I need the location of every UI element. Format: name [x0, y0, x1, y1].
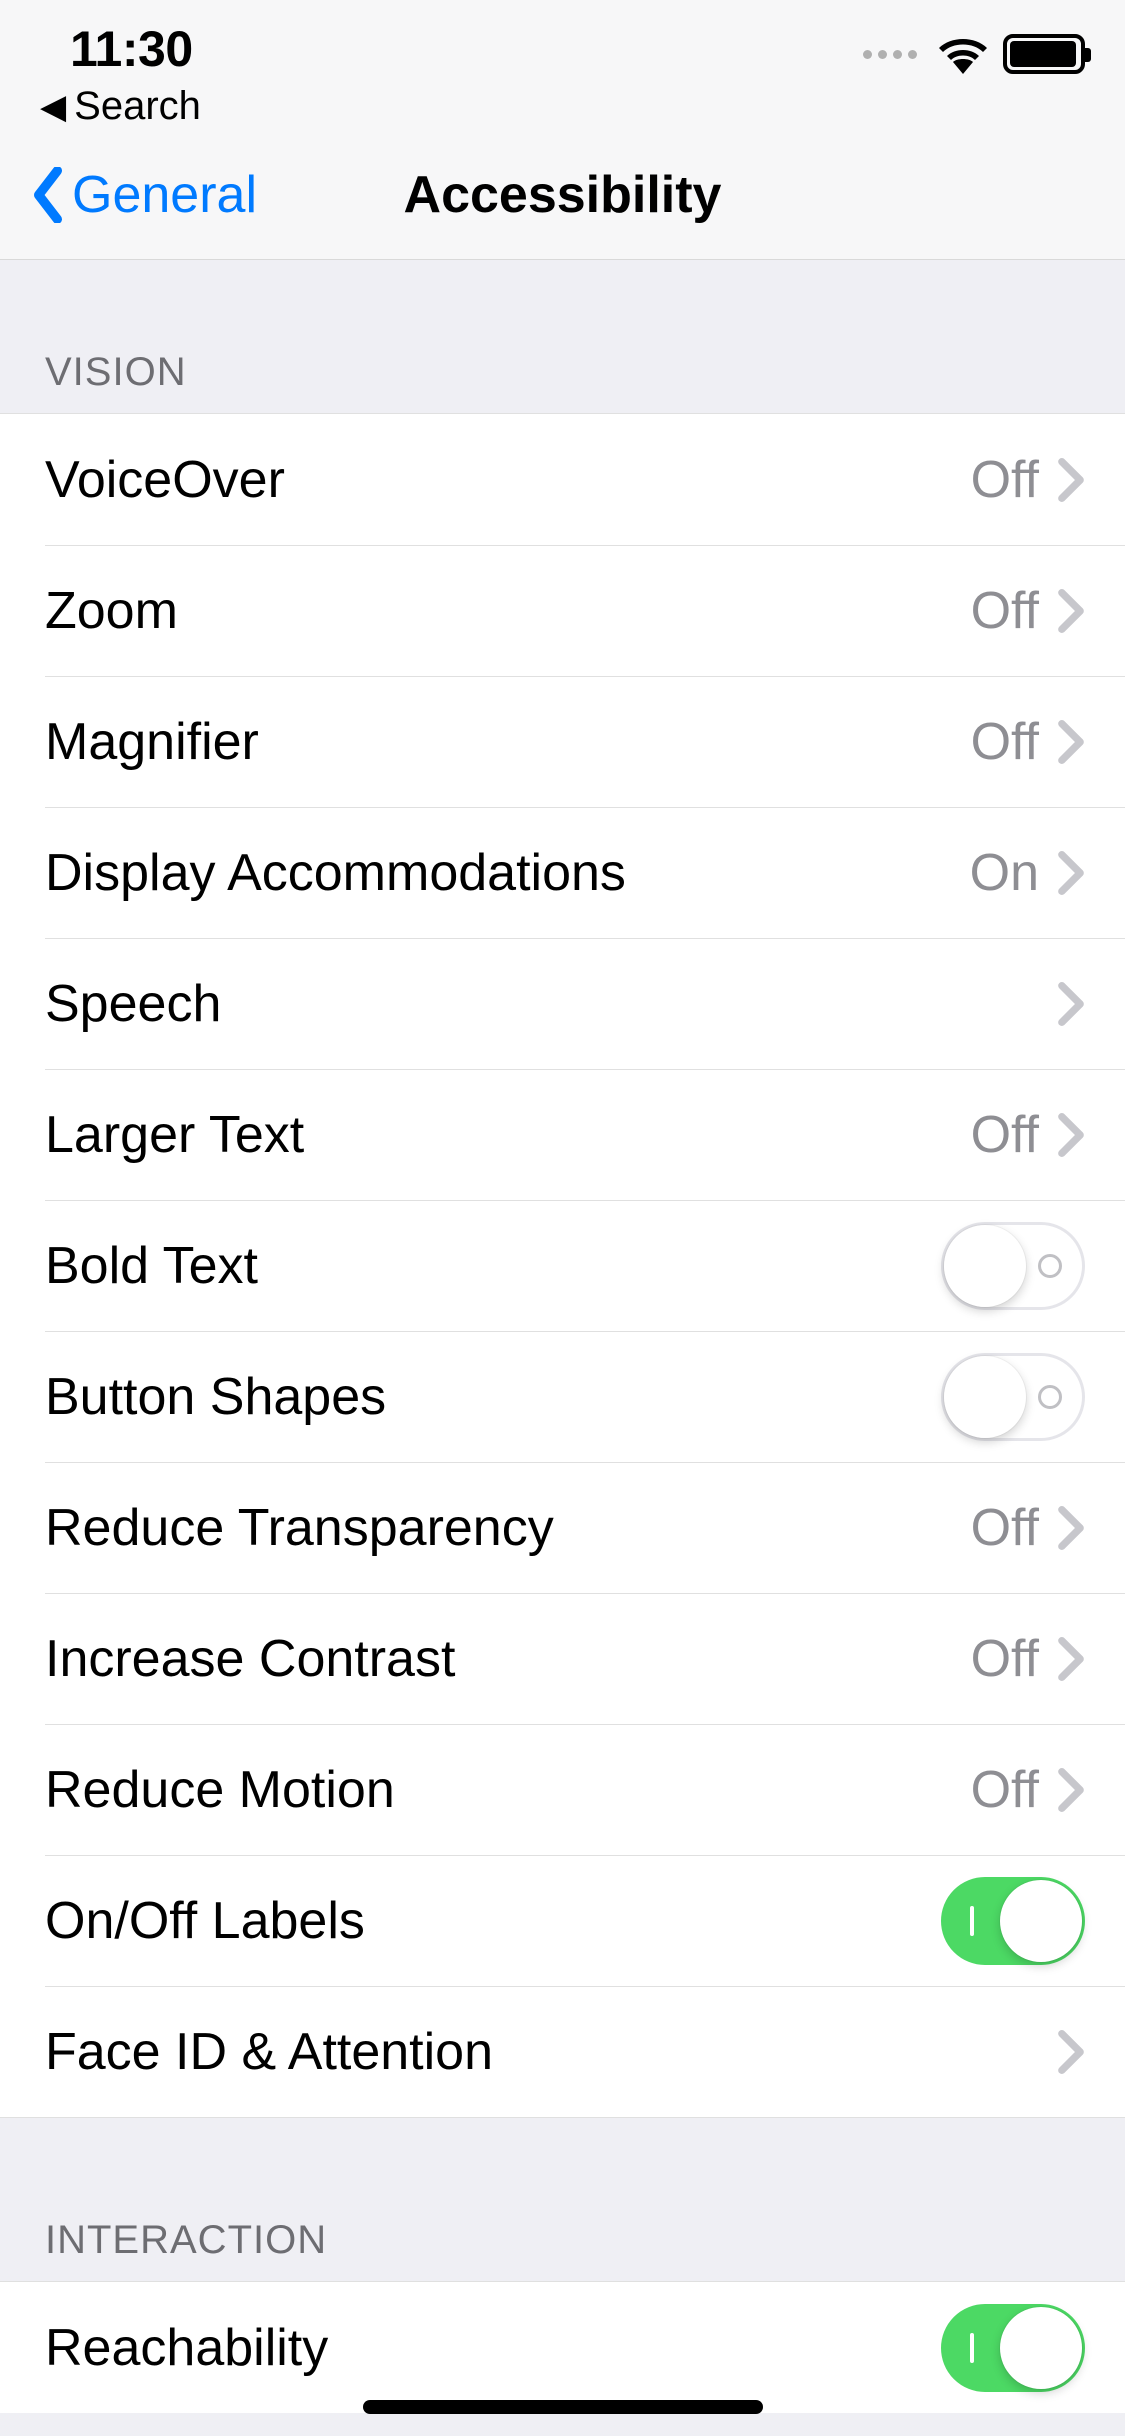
page-title: Accessibility — [404, 165, 722, 225]
row-onoff-labels: On/Off Labels — [0, 1855, 1125, 1986]
chevron-right-icon — [1057, 1768, 1085, 1812]
chevron-right-icon — [1057, 2030, 1085, 2074]
status-left: 11:30 ◀ Search — [70, 20, 201, 129]
chevron-right-icon — [1057, 1506, 1085, 1550]
row-display-accommodations[interactable]: Display Accommodations On — [0, 807, 1125, 938]
row-bold-text: Bold Text — [0, 1200, 1125, 1331]
row-label: Display Accommodations — [45, 843, 626, 903]
row-label: Bold Text — [45, 1236, 258, 1296]
section-header-interaction: INTERACTION — [0, 2118, 1125, 2281]
row-larger-text[interactable]: Larger Text Off — [0, 1069, 1125, 1200]
chevron-left-icon — [30, 167, 66, 223]
row-label: Zoom — [45, 581, 178, 641]
toggle-bold-text[interactable] — [941, 1222, 1085, 1310]
row-label: Button Shapes — [45, 1367, 386, 1427]
row-label: Reduce Motion — [45, 1760, 395, 1820]
battery-icon — [1003, 34, 1085, 74]
row-value: Off — [971, 1498, 1039, 1558]
row-label: On/Off Labels — [45, 1891, 365, 1951]
row-value: Off — [971, 581, 1039, 641]
row-voiceover[interactable]: VoiceOver Off — [0, 414, 1125, 545]
home-indicator — [363, 2400, 763, 2414]
row-label: Reachability — [45, 2318, 328, 2378]
nav-bar: General Accessibility — [0, 130, 1125, 260]
back-label: General — [72, 165, 257, 225]
status-right — [863, 20, 1085, 74]
row-value: Off — [971, 450, 1039, 510]
row-label: Magnifier — [45, 712, 259, 772]
cellular-dots-icon — [863, 50, 917, 59]
row-speech[interactable]: Speech — [0, 938, 1125, 1069]
row-label: Reduce Transparency — [45, 1498, 554, 1558]
row-value: Off — [971, 1760, 1039, 1820]
status-bar: 11:30 ◀ Search — [0, 0, 1125, 130]
toggle-onoff-labels[interactable] — [941, 1877, 1085, 1965]
back-button[interactable]: General — [30, 165, 257, 225]
toggle-button-shapes[interactable] — [941, 1353, 1085, 1441]
row-value: On — [970, 843, 1039, 903]
chevron-right-icon — [1057, 458, 1085, 502]
breadcrumb[interactable]: ◀ Search — [40, 84, 201, 129]
row-increase-contrast[interactable]: Increase Contrast Off — [0, 1593, 1125, 1724]
row-reachability: Reachability — [0, 2282, 1125, 2413]
section-header-vision: VISION — [0, 260, 1125, 413]
chevron-right-icon — [1057, 1637, 1085, 1681]
chevron-right-icon — [1057, 982, 1085, 1026]
row-magnifier[interactable]: Magnifier Off — [0, 676, 1125, 807]
breadcrumb-label: Search — [74, 84, 201, 129]
list-interaction: Reachability — [0, 2281, 1125, 2413]
row-label: Speech — [45, 974, 221, 1034]
chevron-right-icon — [1057, 720, 1085, 764]
row-label: Increase Contrast — [45, 1629, 455, 1689]
chevron-right-icon — [1057, 1113, 1085, 1157]
list-vision: VoiceOver Off Zoom Off Magnifier Off Dis… — [0, 413, 1125, 2118]
row-value: Off — [971, 1105, 1039, 1165]
row-label: Face ID & Attention — [45, 2022, 493, 2082]
wifi-icon — [937, 34, 989, 74]
row-faceid-attention[interactable]: Face ID & Attention — [0, 1986, 1125, 2117]
status-time: 11:30 — [70, 20, 201, 78]
back-triangle-icon: ◀ — [40, 87, 66, 127]
row-value: Off — [971, 712, 1039, 772]
row-value: Off — [971, 1629, 1039, 1689]
row-zoom[interactable]: Zoom Off — [0, 545, 1125, 676]
row-button-shapes: Button Shapes — [0, 1331, 1125, 1462]
chevron-right-icon — [1057, 851, 1085, 895]
chevron-right-icon — [1057, 589, 1085, 633]
toggle-reachability[interactable] — [941, 2304, 1085, 2392]
row-reduce-transparency[interactable]: Reduce Transparency Off — [0, 1462, 1125, 1593]
row-reduce-motion[interactable]: Reduce Motion Off — [0, 1724, 1125, 1855]
row-label: Larger Text — [45, 1105, 304, 1165]
row-label: VoiceOver — [45, 450, 285, 510]
